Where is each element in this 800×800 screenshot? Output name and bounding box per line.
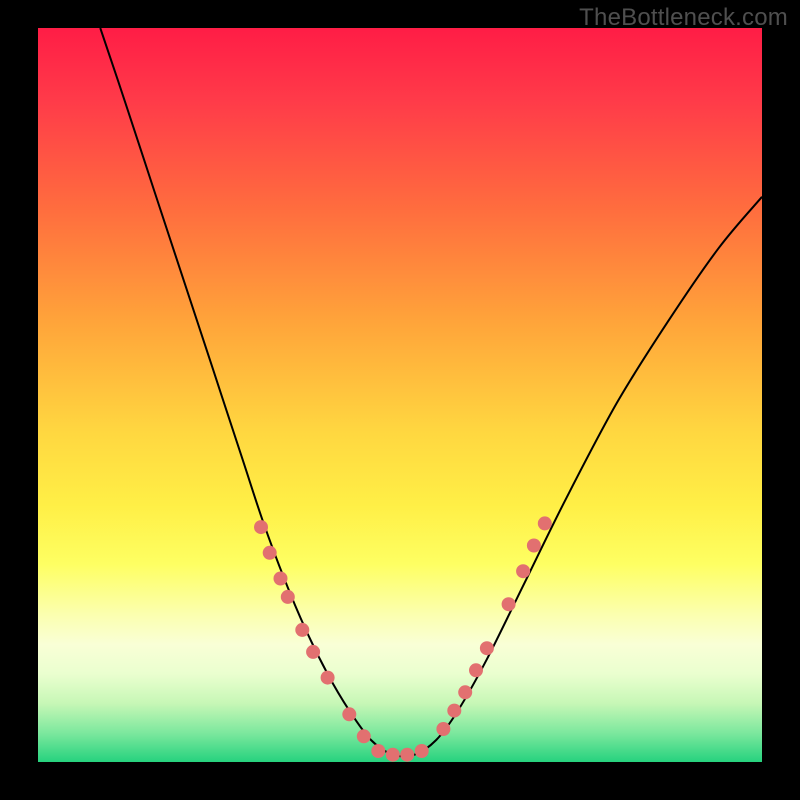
marker-dot [321,671,335,685]
marker-dot [400,748,414,762]
chart-frame: TheBottleneck.com [0,0,800,800]
marker-dot [306,645,320,659]
marker-dot [538,516,552,530]
marker-dot [254,520,268,534]
plot-area [38,28,762,762]
marker-dot [386,748,400,762]
marker-dot [502,597,516,611]
marker-dot [342,707,356,721]
bottleneck-curve [100,28,762,757]
marker-dot [436,722,450,736]
marker-dot [371,744,385,758]
watermark-text: TheBottleneck.com [579,4,788,32]
marker-dot [281,590,295,604]
marker-dot [295,623,309,637]
marker-dot [527,539,541,553]
marker-dot [263,546,277,560]
marker-dot [469,663,483,677]
curve-svg [38,28,762,762]
marker-dot [357,729,371,743]
marker-dot [516,564,530,578]
marker-dots-group [254,516,552,761]
marker-dot [274,572,288,586]
marker-dot [415,744,429,758]
marker-dot [480,641,494,655]
marker-dot [458,685,472,699]
marker-dot [447,704,461,718]
